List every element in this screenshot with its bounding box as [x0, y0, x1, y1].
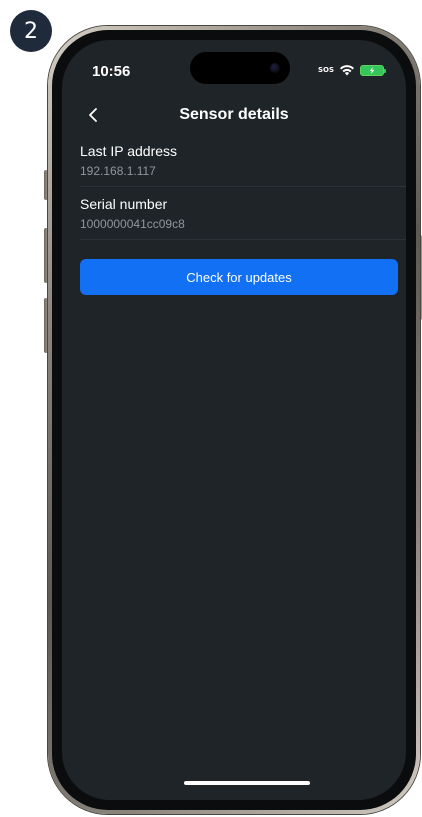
detail-label: Serial number — [80, 196, 168, 212]
camera-icon — [270, 63, 280, 73]
sensor-details-list: Last IP address 192.168.1.117 Serial num… — [80, 142, 406, 248]
dynamic-island — [190, 52, 290, 84]
phone-screen: 10:56 SOS Sensor details Last IP address… — [62, 40, 406, 800]
page-title: Sensor details — [179, 106, 289, 123]
check-for-updates-button[interactable]: Check for updates — [80, 259, 398, 295]
status-icons: SOS — [317, 64, 386, 76]
check-for-updates-label: Check for updates — [186, 269, 292, 285]
detail-label: Last IP address — [80, 143, 178, 159]
wifi-icon — [339, 64, 355, 76]
serial-number-value: 1000000041cc09c8 — [80, 217, 185, 231]
sos-indicator: SOS — [317, 66, 334, 74]
phone-frame: 10:56 SOS Sensor details Last IP address… — [48, 26, 420, 814]
ip-address-value: 192.168.1.117 — [80, 164, 156, 178]
phone-bezel: 10:56 SOS Sensor details Last IP address… — [52, 30, 416, 810]
status-time: 10:56 — [92, 63, 131, 80]
nav-header: Sensor details — [62, 102, 406, 132]
detail-row-ip-address: Last IP address 192.168.1.117 — [80, 142, 406, 187]
home-indicator[interactable] — [184, 781, 310, 785]
step-badge: 2 — [10, 10, 52, 52]
battery-charging-icon — [360, 64, 386, 76]
detail-row-serial-number: Serial number 1000000041cc09c8 — [80, 195, 406, 240]
status-bar: 10:56 SOS — [62, 40, 406, 100]
step-number: 2 — [24, 18, 38, 44]
